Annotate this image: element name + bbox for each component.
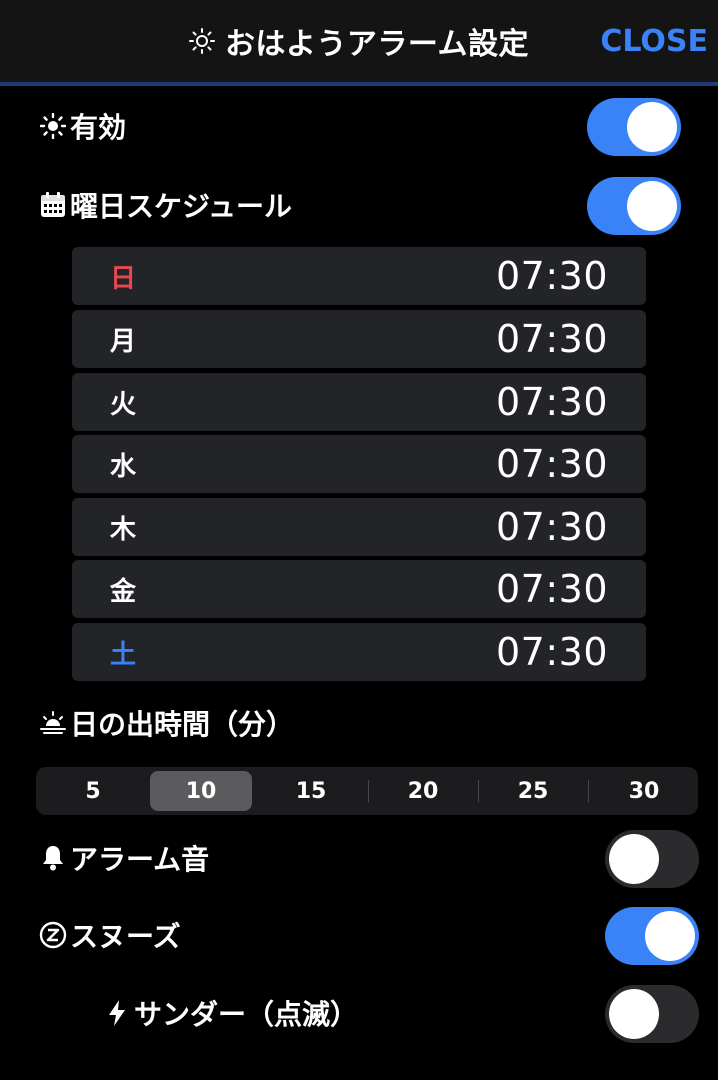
segment-5[interactable]: 5 (42, 771, 144, 811)
day-time: 07:30 (495, 317, 608, 361)
day-row-saturday[interactable]: 土 07:30 (72, 623, 646, 681)
segment-10[interactable]: 10 (150, 771, 252, 811)
alarm-sound-label: アラーム音 (70, 843, 210, 876)
segment-divider (368, 780, 369, 802)
segment-divider (588, 780, 589, 802)
enabled-toggle[interactable] (587, 98, 681, 156)
day-time: 07:30 (495, 254, 608, 298)
day-label: 日 (110, 263, 137, 294)
toggle-knob (645, 911, 695, 961)
snooze-label-row: スヌーズ (38, 915, 181, 955)
day-row-sunday[interactable]: 日 07:30 (72, 247, 646, 305)
page-title-text: おはようアラーム設定 (224, 27, 530, 62)
snooze-label: スヌーズ (70, 920, 181, 953)
day-row-thursday[interactable]: 木 07:30 (72, 498, 646, 556)
day-row-wednesday[interactable]: 水 07:30 (72, 435, 646, 493)
close-button[interactable]: CLOSE (600, 20, 708, 62)
day-label: 木 (110, 514, 137, 545)
day-row-friday[interactable]: 金 07:30 (72, 560, 646, 618)
day-time: 07:30 (495, 630, 608, 674)
sunrise-time-label-row: 日の出時間（分） (38, 703, 294, 743)
day-row-tuesday[interactable]: 火 07:30 (72, 373, 646, 431)
snooze-icon (38, 920, 68, 950)
sun-icon (38, 111, 68, 141)
sunrise-time-label: 日の出時間（分） (70, 708, 295, 741)
thunder-label: サンダー（点滅） (134, 998, 359, 1031)
toggle-knob (627, 181, 677, 231)
toggle-knob (609, 834, 659, 884)
segment-20[interactable]: 20 (372, 771, 474, 811)
weekday-schedule-label: 曜日スケジュール (70, 190, 293, 223)
day-label: 水 (110, 451, 137, 482)
weekday-schedule-toggle[interactable] (587, 177, 681, 235)
day-time: 07:30 (495, 380, 608, 424)
day-label: 土 (110, 639, 137, 670)
thunder-toggle[interactable] (605, 985, 699, 1043)
toggle-knob (609, 989, 659, 1039)
day-label: 金 (110, 576, 137, 607)
sunrise-time-selector: 5 10 15 20 25 30 (36, 767, 698, 815)
snooze-toggle[interactable] (605, 907, 699, 965)
segment-15[interactable]: 15 (260, 771, 362, 811)
header-divider (0, 82, 718, 86)
calendar-icon (38, 190, 68, 220)
day-time: 07:30 (495, 567, 608, 611)
thunder-label-row: サンダー（点滅） (102, 993, 358, 1033)
alarm-sound-toggle[interactable] (605, 830, 699, 888)
segment-25[interactable]: 25 (482, 771, 584, 811)
sunrise-icon (38, 708, 68, 738)
bell-icon (38, 843, 68, 873)
sun-icon (188, 28, 215, 54)
lightning-icon (102, 998, 132, 1028)
day-time: 07:30 (495, 505, 608, 549)
day-row-monday[interactable]: 月 07:30 (72, 310, 646, 368)
segment-divider (478, 780, 479, 802)
segment-30[interactable]: 30 (593, 771, 695, 811)
day-time: 07:30 (495, 442, 608, 486)
enabled-label: 有効 (70, 111, 127, 144)
enabled-label-row: 有効 (38, 106, 126, 146)
weekday-schedule-label-row: 曜日スケジュール (38, 185, 292, 225)
alarm-sound-label-row: アラーム音 (38, 838, 209, 878)
day-label: 火 (110, 389, 137, 420)
toggle-knob (627, 102, 677, 152)
day-label: 月 (110, 326, 137, 357)
